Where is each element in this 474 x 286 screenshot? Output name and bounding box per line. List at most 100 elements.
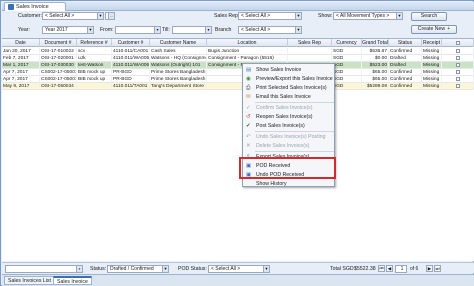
table-cell: Missing [422, 55, 442, 62]
chevron-down-icon: ▼ [162, 266, 168, 272]
row-checkbox[interactable] [442, 55, 474, 62]
table-cell: uJk [77, 55, 112, 62]
table-cell: SGD [332, 55, 362, 62]
menu-item-label: Delete Sales Invoice(s) [256, 143, 310, 149]
customer-select[interactable]: < Select All > ▼ [42, 12, 104, 20]
select-all-checkbox[interactable] [442, 39, 474, 47]
pod-status-select[interactable]: < Select All > ▼ [208, 265, 270, 273]
status-search-field[interactable]: ⌕ [5, 265, 83, 273]
checkbox-icon [455, 40, 460, 45]
checkbox-icon [456, 69, 460, 74]
table-cell: SGD [332, 62, 362, 69]
column-header[interactable]: Location [207, 39, 288, 47]
menu-item-show-history[interactable]: Show History [243, 180, 336, 189]
column-header[interactable]: Reference # [77, 39, 112, 47]
pod-status-select-value: < Select All > [211, 266, 241, 272]
table-cell: Consignment - Paragon (5516) [207, 55, 288, 62]
row-checkbox[interactable] [442, 48, 474, 55]
table-row[interactable]: Jan 20, 2017 OSI-17-010022 scv 4110.011/CA0… [2, 48, 474, 55]
menu-separator [255, 131, 334, 132]
customer-select-value: < Select All > [45, 13, 75, 19]
tab-sales-invoices-list[interactable]: Sales Invoices List [4, 276, 55, 285]
last-page-icon[interactable]: ⏭ [434, 265, 441, 272]
delete-icon: ✕ [246, 143, 251, 149]
pod-status-label: POD Status: [178, 266, 207, 272]
table-row[interactable]: May 9, 2017 OSI-17-050034 4110.011/TA001 Ta… [2, 83, 474, 90]
menu-item-print-selected-sales-invoice-s[interactable]: ⎙ Print Selected Sales Invoice(s) [243, 84, 336, 93]
highlight-box [239, 157, 336, 179]
table-cell: Mar 1, 2017 [2, 62, 40, 69]
menu-separator [255, 102, 334, 103]
previous-page-icon[interactable]: ◀ [386, 265, 393, 272]
row-checkbox[interactable] [442, 62, 474, 69]
bottom-tab-bar: Sales Invoices List Sales Invoice [2, 274, 474, 286]
first-page-icon[interactable]: ⏮ [378, 265, 385, 272]
show-select[interactable]: < All Movement Types > ▼ [333, 12, 403, 20]
salesrep-select-value: < Select All > [241, 13, 271, 19]
tab-sales-invoice[interactable]: Sales Invoice [53, 276, 92, 285]
table-row[interactable]: Mar 1, 2017 OSI-17-030030 test-Watson 4110.… [2, 62, 474, 69]
column-header[interactable]: Status [389, 39, 422, 47]
next-page-icon[interactable]: ▶ [426, 265, 433, 272]
menu-item-confirm-sales-invoice-s[interactable]: ✓ Confirm Sales Invoice(s) [243, 104, 336, 113]
menu-item-reopen-sales-invoice-s[interactable]: ↺ Reopen Sales Invoice(s) [243, 113, 336, 122]
column-header[interactable]: Document # [40, 39, 77, 47]
column-header[interactable]: Customer Name [150, 39, 207, 47]
row-checkbox[interactable] [442, 83, 474, 90]
table-cell: Apr 7, 2017 [2, 69, 40, 76]
table-cell: Drafted [389, 62, 422, 69]
table-cell: BIB mock up [77, 69, 112, 76]
table-cell: Feb 7, 2017 [2, 55, 40, 62]
menu-item-label: Show Sales Invoice [256, 67, 302, 73]
column-header[interactable]: Customer # [112, 39, 150, 47]
menu-item-email-this-sales-invoice[interactable]: ✉ Email this Sales Invoice [243, 93, 336, 102]
column-header[interactable]: Currency [332, 39, 362, 47]
branch-select[interactable]: < Select All > ▼ [238, 26, 302, 34]
menu-item-delete-sales-invoice-s[interactable]: ✕ Delete Sales Invoice(s) [243, 142, 336, 151]
row-checkbox[interactable] [442, 69, 474, 76]
table-cell: CS002-17-050011 [41, 76, 77, 83]
table-cell: Tang's Department Store [150, 83, 207, 90]
from-date-field[interactable]: ▾ [115, 26, 161, 34]
table-row[interactable]: Apr 7, 2017 CS002-17-050012 BIB mock up PR-… [2, 69, 474, 76]
checkbox-icon [456, 48, 460, 53]
till-date-field[interactable]: ▾ [172, 26, 212, 34]
menu-separator [255, 151, 334, 152]
table-cell: SGD [332, 69, 362, 76]
window-tab[interactable]: Sales Invoice [4, 2, 66, 11]
table-cell: Confirmed [389, 48, 422, 55]
plus-icon: + [447, 26, 451, 32]
table-cell: 4110.011/WA006 [113, 62, 150, 69]
total-value: $5522.38 [354, 266, 376, 272]
table-cell: SGD [332, 48, 362, 55]
status-select[interactable]: Drafted / Confirmed ▼ [107, 265, 169, 273]
table-row[interactable]: Feb 7, 2017 OSI-17-020001 uJk 4110.011/WA00… [2, 55, 474, 62]
table-cell: BIB mock up [77, 76, 112, 83]
column-header[interactable]: Grand Total [362, 39, 389, 47]
checkbox-icon [456, 62, 460, 67]
year-select[interactable]: Year 2017 ▼ [42, 26, 94, 34]
column-header[interactable]: Receipt [422, 39, 442, 47]
table-cell: test-Watson [77, 62, 112, 69]
create-new-button[interactable]: Create New + [411, 25, 457, 34]
table-cell: CS002-17-050012 [41, 69, 77, 76]
table-cell: Missing [422, 48, 442, 55]
table-cell: Confirmed [389, 76, 422, 83]
table-cell: Missing [422, 76, 442, 83]
table-cell: 4110.011/TA001 [112, 83, 150, 90]
salesrep-select[interactable]: < Select All > ▼ [238, 12, 302, 20]
table-cell: Jan 20, 2017 [2, 48, 40, 55]
year-select-value: Year 2017 [45, 27, 68, 33]
menu-item-show-sales-invoice[interactable]: ▤ Show Sales Invoice [243, 66, 336, 75]
row-checkbox[interactable] [442, 76, 474, 83]
menu-item-undo-sales-invoice-s-posting[interactable]: ↶ Undo Sales Invoice(s) Posting [243, 133, 336, 142]
menu-item-post-sales-invoice-s[interactable]: ✔ Post Sales Invoice(s) [243, 122, 336, 131]
column-header[interactable]: Sales Rep [288, 39, 332, 47]
customer-lookup-button[interactable]: … [105, 12, 115, 20]
page-number-input[interactable]: 1 [395, 265, 407, 273]
table-row[interactable]: Apr 7, 2017 CS002-17-050011 BIB mock up PR-… [2, 76, 474, 83]
column-header[interactable]: Date [2, 39, 40, 47]
search-button[interactable]: Search [411, 12, 447, 21]
checkbox-icon [456, 76, 460, 81]
menu-item-preview-export-this-sales-invoice[interactable]: ◉ Preview/Export this Sales Invoice [243, 75, 336, 84]
